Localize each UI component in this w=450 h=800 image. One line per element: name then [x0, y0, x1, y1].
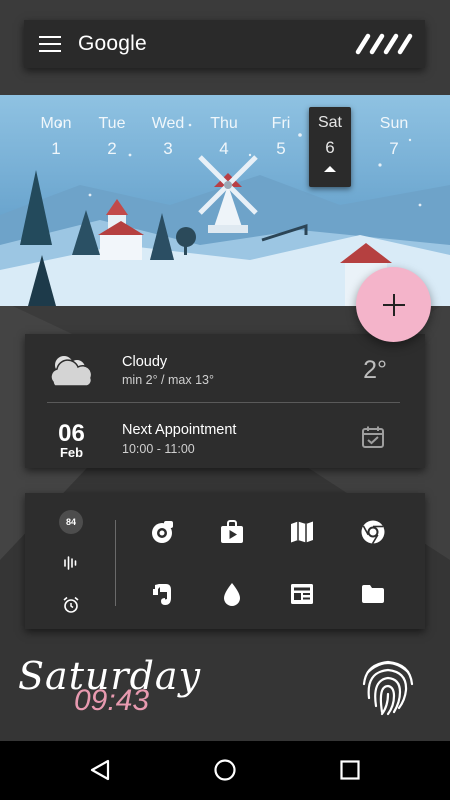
appointment-title: Next Appointment — [122, 422, 237, 438]
caret-up-icon — [324, 166, 336, 172]
recents-icon[interactable] — [338, 758, 362, 782]
apps-divider — [115, 520, 116, 606]
alarm-clock-icon[interactable] — [62, 596, 80, 614]
cloud-icon — [50, 356, 93, 387]
day-sun[interactable]: Sun 7 — [369, 95, 419, 159]
plus-icon — [382, 293, 405, 316]
card-divider — [47, 402, 400, 403]
chrome-icon[interactable] — [360, 519, 386, 545]
day-name: Tue — [98, 115, 126, 132]
day-date: 7 — [389, 139, 399, 158]
add-event-button[interactable] — [356, 267, 431, 342]
evernote-icon[interactable] — [149, 581, 175, 607]
day-date: 5 — [276, 139, 286, 158]
weather-temperature: 2° — [363, 356, 387, 384]
sound-wave-icon[interactable] — [62, 554, 80, 572]
appointment-month: Feb — [59, 445, 84, 460]
day-date: 4 — [219, 139, 229, 158]
system-navigation-bar — [0, 741, 450, 800]
day-date: 6 — [325, 138, 335, 157]
day-date: 2 — [107, 139, 117, 158]
play-store-icon[interactable] — [219, 519, 245, 545]
day-name: Sun — [379, 115, 409, 132]
day-name: Thu — [210, 115, 238, 132]
weather-appointment-card[interactable]: Cloudy min 2° / max 13° 2° 06 Feb Next A… — [25, 334, 425, 468]
stripes-logo-icon[interactable] — [355, 32, 413, 56]
battery-badge[interactable]: 84 — [59, 510, 83, 534]
appointment-day: 06 — [58, 420, 85, 447]
folder-icon[interactable] — [360, 581, 386, 607]
weather-condition: Cloudy — [122, 354, 168, 370]
fingerprint-icon[interactable] — [360, 654, 416, 716]
week-day-selector: Mon 1 Tue 2 Wed 3 Thu 4 Fri 5 Sat 6 Sun 7 — [0, 95, 450, 187]
day-fri[interactable]: Fri 5 — [256, 95, 306, 159]
google-search-bar[interactable]: Google — [24, 20, 425, 68]
menu-icon[interactable] — [39, 36, 61, 52]
day-name: Fri — [271, 115, 291, 132]
weather-range: min 2° / max 13° — [122, 373, 214, 387]
camera-icon[interactable] — [149, 519, 175, 545]
maps-icon[interactable] — [289, 519, 315, 545]
home-icon[interactable] — [213, 758, 237, 782]
day-name: Mon — [40, 115, 72, 132]
day-wed[interactable]: Wed 3 — [143, 95, 193, 159]
day-thu[interactable]: Thu 4 — [199, 95, 249, 159]
day-date: 1 — [51, 139, 61, 158]
search-label: Google — [78, 32, 147, 55]
day-name: Wed — [151, 115, 185, 132]
day-mon[interactable]: Mon 1 — [31, 95, 81, 159]
day-date: 3 — [163, 139, 173, 158]
back-icon[interactable] — [88, 758, 112, 782]
calendar-check-icon[interactable] — [361, 425, 385, 449]
drop-icon[interactable] — [219, 581, 245, 607]
appointment-time: 10:00 - 11:00 — [122, 442, 195, 456]
newspaper-icon[interactable] — [289, 581, 315, 607]
day-tue[interactable]: Tue 2 — [87, 95, 137, 159]
app-shortcuts-card: 84 — [25, 493, 425, 629]
clock-time[interactable]: 09:43 — [74, 684, 149, 718]
day-sat[interactable]: Sat 6 — [309, 107, 351, 187]
day-name: Sat — [317, 114, 342, 131]
